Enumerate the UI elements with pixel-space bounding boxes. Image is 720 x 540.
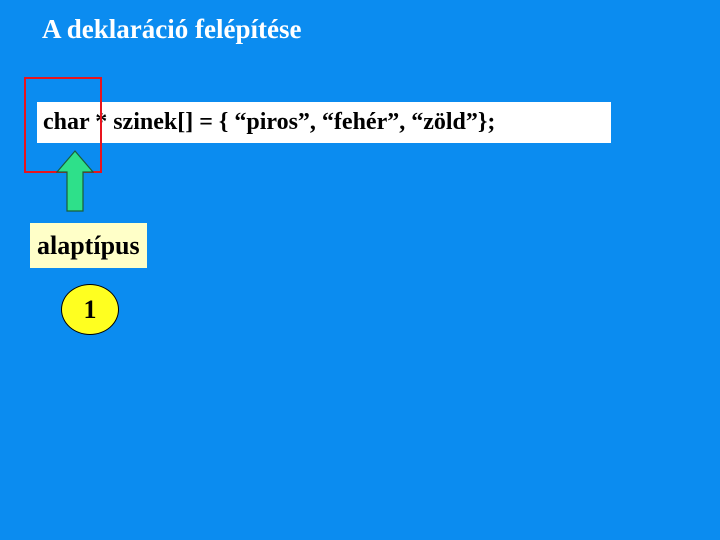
code-declaration: char * szinek[] = { “piros”, “fehér”, “z… bbox=[37, 102, 611, 143]
step-number-badge: 1 bbox=[61, 284, 119, 335]
arrow-up-icon bbox=[56, 150, 94, 212]
slide-title: A deklaráció felépítése bbox=[42, 14, 302, 44]
callout-label: alaptípus bbox=[30, 223, 147, 268]
